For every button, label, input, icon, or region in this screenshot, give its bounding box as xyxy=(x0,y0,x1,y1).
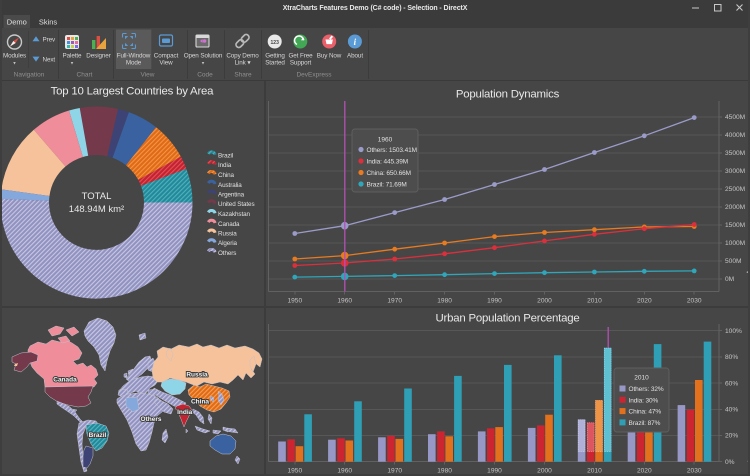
svg-text:1950: 1950 xyxy=(287,298,302,305)
svg-text:100%: 100% xyxy=(725,328,742,335)
svg-text:Copy Demo: Copy Demo xyxy=(226,53,259,60)
svg-text:Russia: Russia xyxy=(218,231,237,238)
svg-text:China: China xyxy=(191,399,209,406)
svg-text:Top 10 Largest Countries by Ar: Top 10 Largest Countries by Area xyxy=(51,86,215,98)
svg-text:Code: Code xyxy=(197,72,213,79)
svg-text:China: 47%: China: 47% xyxy=(629,409,662,416)
svg-text:Next: Next xyxy=(43,57,56,64)
svg-text:India: 30%: India: 30% xyxy=(629,397,659,404)
svg-text:Share: Share xyxy=(234,72,252,79)
svg-text:Russia: Russia xyxy=(186,372,208,379)
svg-text:Brazil: 71.69M: Brazil: 71.69M xyxy=(367,182,407,189)
svg-text:1500M: 1500M xyxy=(725,222,745,229)
svg-text:4500M: 4500M xyxy=(725,114,745,121)
svg-text:Mode: Mode xyxy=(126,60,142,67)
svg-text:China: 650.66M: China: 650.66M xyxy=(367,170,412,177)
svg-text:View: View xyxy=(159,60,173,67)
svg-text:View: View xyxy=(141,72,155,79)
svg-text:148.94M km²: 148.94M km² xyxy=(69,204,124,215)
svg-text:China: China xyxy=(218,172,235,179)
svg-text:0M: 0M xyxy=(725,276,734,283)
svg-text:Canada: Canada xyxy=(53,377,77,384)
svg-text:1960: 1960 xyxy=(337,298,352,305)
svg-text:60%: 60% xyxy=(725,380,738,387)
svg-text:0%: 0% xyxy=(725,459,735,466)
svg-text:Canada: Canada xyxy=(218,221,240,228)
svg-text:Getting: Getting xyxy=(265,53,285,60)
svg-text:500M: 500M xyxy=(725,258,742,265)
svg-text:DevExpress: DevExpress xyxy=(296,72,332,79)
svg-text:Brazil: 87%: Brazil: 87% xyxy=(629,420,661,427)
svg-text:Brazil: Brazil xyxy=(89,432,107,439)
svg-text:Designer: Designer xyxy=(86,53,110,60)
svg-text:2000M: 2000M xyxy=(725,204,745,211)
svg-text:Others: Others xyxy=(141,416,162,423)
svg-text:1980: 1980 xyxy=(437,298,452,305)
svg-text:123: 123 xyxy=(271,40,280,46)
svg-text:4000M: 4000M xyxy=(725,132,745,139)
svg-text:Population Dynamics: Population Dynamics xyxy=(456,89,560,101)
svg-text:Kazakhstan: Kazakhstan xyxy=(218,211,251,218)
svg-text:2010: 2010 xyxy=(587,298,602,305)
svg-text:1000M: 1000M xyxy=(725,240,745,247)
svg-text:3500M: 3500M xyxy=(725,150,745,157)
svg-text:2030: 2030 xyxy=(687,298,702,305)
svg-text:Urban Population Percentage: Urban Population Percentage xyxy=(435,313,579,325)
svg-text:Support: Support xyxy=(290,60,312,67)
svg-text:Compact: Compact xyxy=(154,53,179,60)
svg-text:Chart: Chart xyxy=(77,72,93,79)
svg-text:1970: 1970 xyxy=(387,298,402,305)
svg-text:Prev: Prev xyxy=(43,37,56,44)
svg-text:Algeria: Algeria xyxy=(218,240,237,247)
svg-text:Started: Started xyxy=(265,60,285,67)
svg-text:Open Solution: Open Solution xyxy=(184,53,223,60)
svg-text:Demo: Demo xyxy=(7,18,27,27)
svg-text:80%: 80% xyxy=(725,354,738,361)
svg-text:India: 445.39M: India: 445.39M xyxy=(367,159,409,166)
svg-text:Link ▾: Link ▾ xyxy=(235,60,251,67)
svg-text:1960: 1960 xyxy=(378,137,393,144)
svg-text:2010: 2010 xyxy=(634,375,649,382)
svg-text:Others: 32%: Others: 32% xyxy=(629,386,664,393)
svg-text:Argentina: Argentina xyxy=(218,192,245,199)
svg-text:2500M: 2500M xyxy=(725,186,745,193)
svg-text:1990: 1990 xyxy=(487,298,502,305)
svg-text:United States: United States xyxy=(218,201,255,208)
svg-text:Others: Others xyxy=(218,250,236,257)
svg-text:Skins: Skins xyxy=(39,18,58,27)
svg-text:3000M: 3000M xyxy=(725,168,745,175)
svg-text:XtraCharts Features Demo (C# c: XtraCharts Features Demo (C# code) - Sel… xyxy=(283,5,468,12)
svg-text:Full-Window: Full-Window xyxy=(117,53,151,60)
svg-text:Brazil: Brazil xyxy=(218,153,233,160)
svg-text:About: About xyxy=(347,53,363,60)
svg-text:Australia: Australia xyxy=(218,182,242,189)
svg-text:2000: 2000 xyxy=(537,298,552,305)
svg-text:Buy Now: Buy Now xyxy=(317,53,342,60)
svg-text:Modules: Modules xyxy=(3,53,26,60)
svg-text:Get Free: Get Free xyxy=(288,53,313,60)
svg-text:TOTAL: TOTAL xyxy=(82,191,112,202)
svg-text:India: India xyxy=(177,409,193,416)
svg-text:40%: 40% xyxy=(725,407,738,414)
svg-text:20%: 20% xyxy=(725,433,738,440)
svg-text:Palette: Palette xyxy=(63,53,83,60)
svg-text:Navigation: Navigation xyxy=(14,72,45,79)
svg-text:India: India xyxy=(218,162,232,169)
svg-text:Others: 1503.41M: Others: 1503.41M xyxy=(367,147,417,154)
svg-text:2020: 2020 xyxy=(637,298,652,305)
